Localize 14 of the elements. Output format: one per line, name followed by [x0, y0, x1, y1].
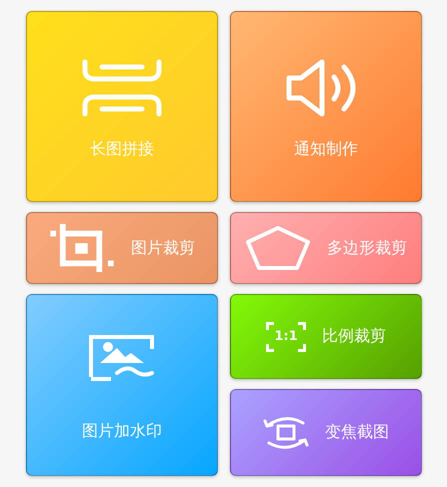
- tool-card[interactable]: 图片裁剪: [26, 212, 218, 284]
- image-icon: [89, 334, 155, 380]
- zoom-icon: [263, 414, 309, 450]
- ratio-text: 1:1: [274, 329, 298, 344]
- pentagon-icon: [245, 224, 311, 272]
- frame-icon: [266, 322, 306, 352]
- tool-card[interactable]: 长图拼接: [26, 11, 218, 202]
- stitch-icon: [82, 59, 162, 117]
- tool-card[interactable]: 多边形裁剪: [230, 212, 422, 284]
- tool-card[interactable]: 图片加水印: [26, 294, 218, 476]
- crop-icon: [49, 224, 115, 272]
- tool-card[interactable]: 通知制作: [230, 11, 422, 202]
- tool-card[interactable]: 变焦截图: [230, 389, 422, 476]
- tool-card[interactable]: 1:1 比例裁剪: [230, 294, 422, 379]
